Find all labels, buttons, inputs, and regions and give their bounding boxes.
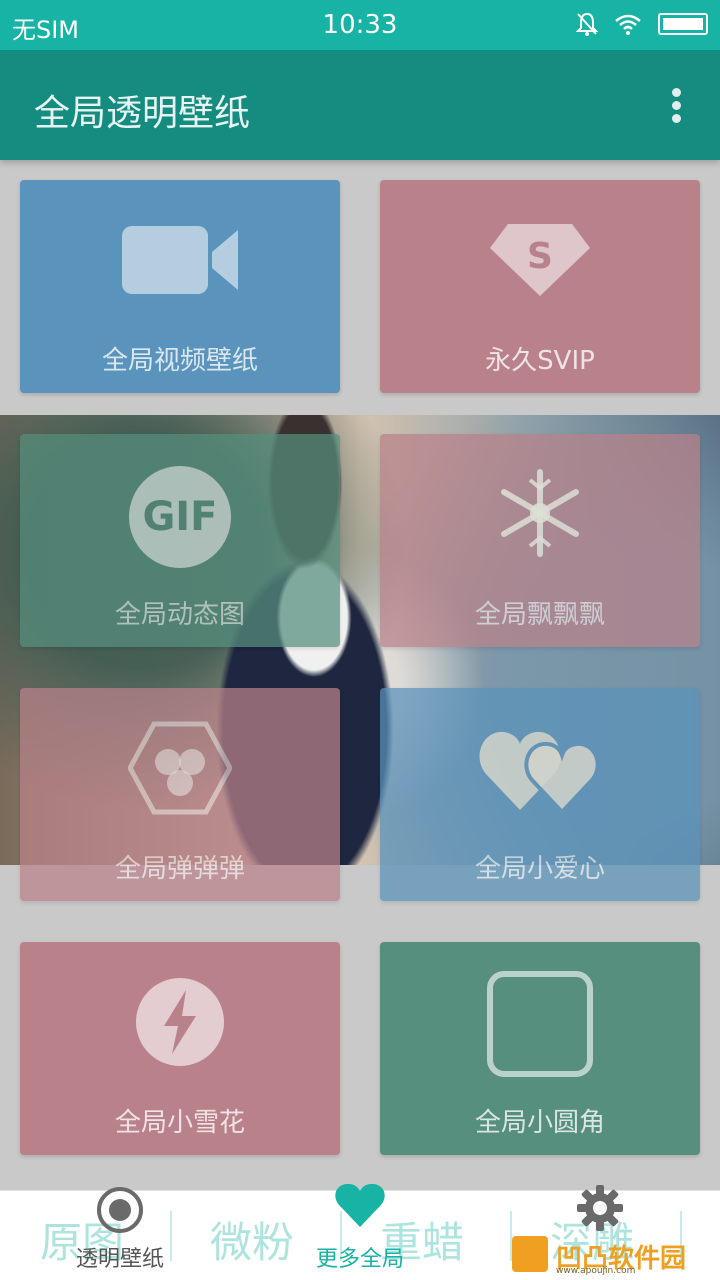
nav-more-global[interactable]: 更多全局 [270, 1183, 450, 1280]
nav-transparent-wallpaper[interactable]: 透明壁纸 [30, 1187, 210, 1280]
tile-svip[interactable]: S 永久SVIP [380, 180, 700, 393]
heart-icon [335, 1183, 385, 1233]
tile-label: 全局视频壁纸 [101, 346, 258, 376]
hearts-icon [478, 724, 602, 818]
rounded-square-icon [486, 970, 594, 1082]
wifi-icon [614, 13, 642, 35]
tile-label: 全局弹弹弹 [114, 854, 245, 884]
tile-rounded-corner[interactable]: 全局小圆角 [380, 942, 700, 1155]
target-circle-icon [95, 1185, 145, 1239]
tile-label: 全局动态图 [114, 600, 245, 630]
gear-icon [575, 1183, 625, 1237]
tile-bounce[interactable]: 全局弹弹弹 [20, 688, 340, 901]
tile-snowflake[interactable]: 全局小雪花 [20, 942, 340, 1155]
nav-label: 透明壁纸 [75, 1247, 164, 1272]
tile-label: 全局飘飘飘 [474, 600, 605, 630]
more-vert-icon[interactable] [672, 88, 684, 123]
lightning-icon [134, 976, 226, 1072]
svip-diamond-icon: S [488, 222, 592, 302]
page-title: 全局透明壁纸 [34, 93, 251, 134]
site-watermark: 凹凸软件园 www.apoujin.com [512, 1236, 712, 1276]
status-bar: 无SIM 10:33 [0, 0, 720, 50]
tile-hearts[interactable]: 全局小爱心 [380, 688, 700, 901]
tile-label: 永久SVIP [485, 346, 595, 376]
watermark-logo-icon [512, 1236, 548, 1272]
tile-video-wallpaper[interactable]: 全局视频壁纸 [20, 180, 340, 393]
nav-label: 更多全局 [315, 1247, 404, 1272]
tile-label: 全局小爱心 [474, 854, 605, 884]
watermark-url: www.apoujin.com [556, 1266, 636, 1276]
app-bar: 全局透明壁纸 [0, 50, 720, 160]
battery-icon [658, 13, 708, 35]
video-camera-icon [120, 220, 240, 304]
snowflake-icon [495, 468, 585, 562]
gif-icon: GIF [127, 464, 233, 574]
hexagon-balls-icon [127, 720, 233, 820]
mute-bell-icon [575, 12, 599, 36]
tile-float[interactable]: 全局飘飘飘 [380, 434, 700, 647]
tile-label: 全局小雪花 [114, 1108, 245, 1138]
tile-dynamic-gif[interactable]: GIF 全局动态图 [20, 434, 340, 647]
tile-label: 全局小圆角 [474, 1108, 605, 1138]
gif-icon-text: GIF [142, 494, 217, 540]
status-icons [575, 12, 708, 36]
svg-text:S: S [527, 236, 553, 277]
